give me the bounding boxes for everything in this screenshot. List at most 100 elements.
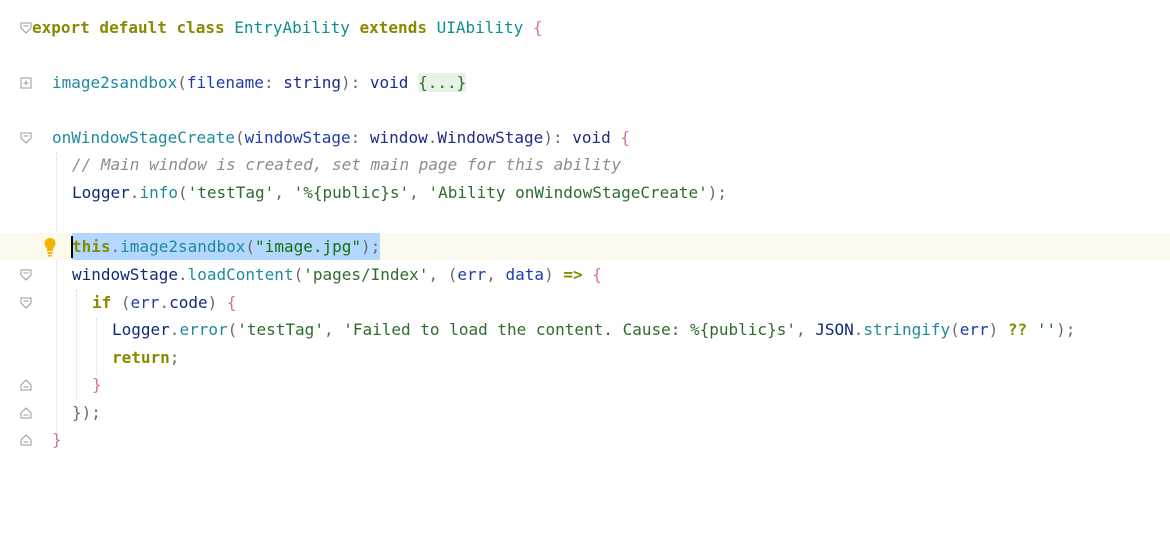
code-token: "image.jpg"	[255, 237, 362, 256]
code-token: window	[369, 128, 428, 147]
code-token: )	[207, 293, 227, 312]
code-line[interactable]: image2sandbox(filename: string): void {.…	[0, 69, 1170, 96]
code-token: string	[283, 73, 341, 92]
fold-collapsed-icon[interactable]	[18, 69, 34, 96]
code-text: image2sandbox(filename: string): void {.…	[52, 69, 467, 96]
code-token: stringify	[863, 320, 951, 339]
code-token: JSON	[815, 320, 854, 339]
code-token: {	[226, 293, 237, 312]
code-line[interactable]: Logger.error('testTag', 'Failed to load …	[0, 316, 1170, 343]
code-line[interactable]: }	[0, 426, 1170, 453]
code-token: );	[1056, 320, 1076, 339]
code-token: (	[177, 73, 187, 92]
code-line[interactable]: export default class EntryAbility extend…	[0, 14, 1170, 41]
fold-open-icon[interactable]	[18, 261, 34, 288]
code-token: .	[427, 128, 438, 147]
code-token: info	[139, 183, 178, 202]
code-token: (	[227, 320, 238, 339]
code-token: :	[263, 73, 284, 92]
code-token: :	[350, 128, 370, 147]
lightbulb-icon[interactable]	[42, 236, 58, 258]
code-token: );	[361, 237, 381, 256]
code-token: (	[111, 293, 131, 312]
code-token: Logger	[112, 320, 170, 339]
code-token: this	[72, 237, 111, 256]
code-token: ):	[341, 73, 370, 92]
code-token: filename	[186, 73, 264, 92]
code-line[interactable]: return;	[0, 344, 1170, 371]
code-line[interactable]: if (err.code) {	[0, 289, 1170, 316]
code-line[interactable]: Logger.info('testTag', '%{public}s', 'Ab…	[0, 179, 1170, 206]
code-token: .	[177, 265, 188, 284]
code-token: export default class	[32, 18, 235, 37]
code-token: 'testTag'	[187, 183, 275, 202]
code-token: 'Ability onWindowStageCreate'	[428, 183, 708, 202]
code-token: .	[159, 293, 170, 312]
code-text: });	[72, 399, 101, 426]
code-line[interactable]: onWindowStageCreate(windowStage: window.…	[0, 124, 1170, 151]
code-token: error	[179, 320, 228, 339]
code-token: (	[950, 320, 960, 339]
code-token: (	[177, 183, 188, 202]
code-token: (	[235, 128, 245, 147]
code-token: =>	[563, 265, 583, 284]
fold-end-icon[interactable]	[18, 426, 34, 453]
code-token: windowStage	[244, 128, 351, 147]
code-token: data	[505, 265, 545, 284]
code-token: );	[707, 183, 728, 202]
code-text: Logger.info('testTag', '%{public}s', 'Ab…	[72, 179, 727, 206]
code-text: if (err.code) {	[92, 289, 237, 316]
text-caret	[71, 236, 73, 258]
code-token: ,	[323, 320, 344, 339]
code-token: '%{public}s'	[293, 183, 410, 202]
code-token: )	[988, 320, 1008, 339]
fold-end-icon[interactable]	[18, 399, 34, 426]
code-token: void	[369, 73, 409, 92]
code-line[interactable]: });	[0, 399, 1170, 426]
code-token: ,	[795, 320, 816, 339]
code-token: (	[245, 237, 256, 256]
code-token: Logger	[72, 183, 130, 202]
code-token: ,	[486, 265, 506, 284]
code-editor[interactable]: export default class EntryAbility extend…	[0, 0, 1170, 464]
code-token: ,	[274, 183, 294, 202]
code-token: return	[112, 348, 170, 367]
code-text: windowStage.loadContent('pages/Index', (…	[72, 261, 602, 288]
code-line-current[interactable]: this.image2sandbox("image.jpg");	[0, 233, 1170, 260]
code-token: .	[110, 237, 121, 256]
code-token: {	[523, 18, 543, 37]
code-line[interactable]: }	[0, 371, 1170, 398]
code-token: windowStage	[72, 265, 178, 284]
code-text: return;	[112, 344, 179, 371]
code-text: // Main window is created, set main page…	[72, 151, 621, 178]
code-line[interactable]: windowStage.loadContent('pages/Index', (…	[0, 261, 1170, 288]
fold-open-icon[interactable]	[18, 289, 34, 316]
fold-open-icon[interactable]	[18, 124, 34, 151]
code-token: {	[610, 128, 631, 147]
code-token: 'Failed to load the content. Cause: %{pu…	[343, 320, 796, 339]
code-token: // Main window is created, set main page…	[72, 155, 622, 174]
fold-end-icon[interactable]	[18, 371, 34, 398]
code-text: }	[92, 371, 102, 398]
code-text: export default class EntryAbility extend…	[32, 14, 543, 41]
code-token: {...}	[418, 73, 467, 92]
code-token: ):	[543, 128, 573, 147]
code-text-selected: this.image2sandbox("image.jpg");	[72, 233, 381, 260]
code-line[interactable]: // Main window is created, set main page…	[0, 151, 1170, 178]
code-token: extends	[349, 18, 437, 37]
code-token: onWindowStageCreate	[52, 128, 236, 147]
code-token: UIAbility	[436, 18, 524, 37]
code-token: , (	[428, 265, 458, 284]
code-token: image2sandbox	[120, 237, 246, 256]
code-token: ;	[169, 348, 180, 367]
code-token: loadContent	[187, 265, 294, 284]
code-token: 'pages/Index'	[303, 265, 429, 284]
code-token: ,	[409, 183, 429, 202]
code-token: EntryAbility	[234, 18, 350, 37]
code-token: WindowStage	[437, 128, 544, 147]
code-token: void	[572, 128, 611, 147]
code-token: {	[582, 265, 602, 284]
code-token: }	[92, 375, 102, 394]
code-token: (	[293, 265, 304, 284]
